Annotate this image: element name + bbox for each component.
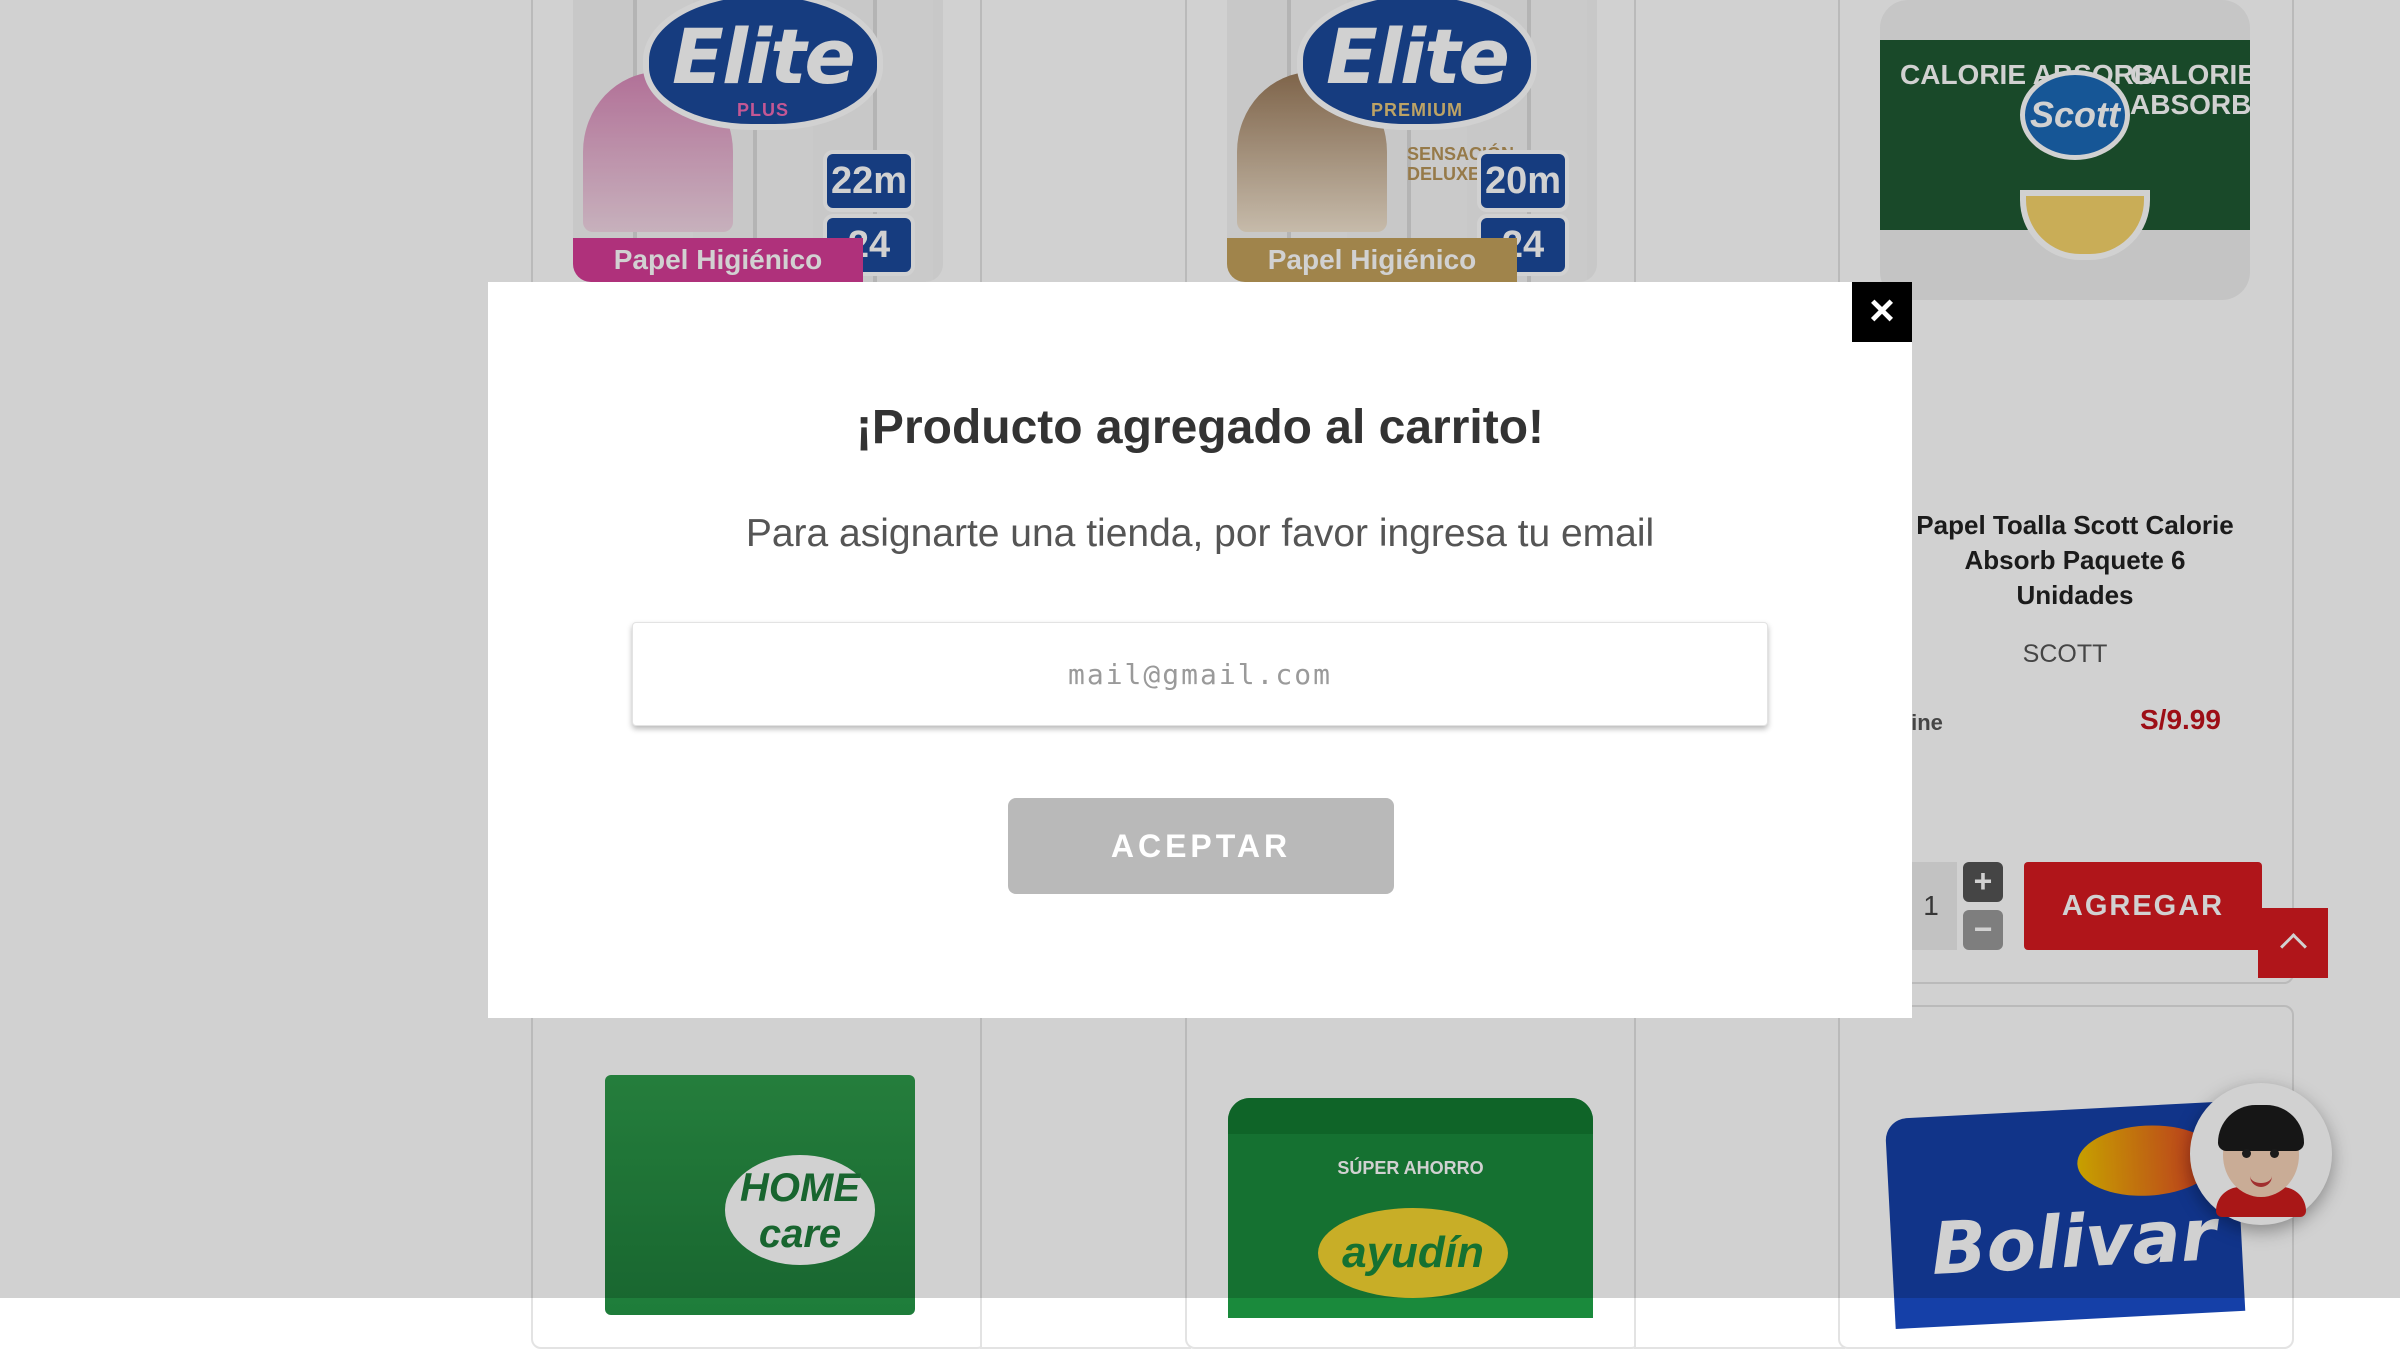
modal-subtitle: Para asignarte una tienda, por favor ing… xyxy=(745,512,1655,555)
accept-button[interactable]: ACEPTAR xyxy=(1008,798,1394,894)
modal-title: ¡Producto agregado al carrito! xyxy=(855,401,1545,454)
email-modal: ¡Producto agregado al carrito! Para asig… xyxy=(488,282,1912,1018)
close-icon[interactable]: × xyxy=(1852,282,1912,342)
email-input[interactable] xyxy=(632,622,1768,726)
